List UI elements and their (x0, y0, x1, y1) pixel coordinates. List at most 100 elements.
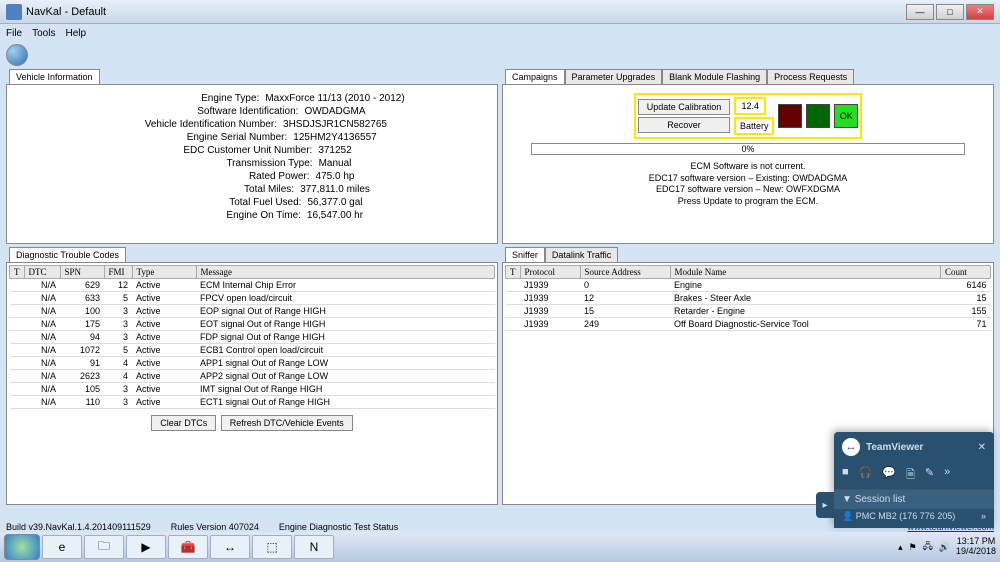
minimize-button[interactable]: — (906, 4, 934, 20)
teamviewer-session-header[interactable]: ▼ Session list (834, 489, 994, 509)
tray-expand-icon[interactable]: ▴ (898, 542, 903, 553)
tab-campaigns[interactable]: Campaigns (505, 69, 565, 84)
table-row[interactable]: N/A10725ActiveECB1 Control open load/cir… (10, 344, 495, 357)
taskbar-explorer-icon[interactable]: 🗀 (84, 535, 124, 559)
col-mod[interactable]: Module Name (670, 266, 941, 279)
info-label: Total Miles: (134, 184, 294, 195)
dtc-panel: Diagnostic Trouble Codes T DTC SPN FMI T… (6, 262, 498, 505)
col-t2[interactable]: T (506, 266, 521, 279)
teamviewer-collapse-tab[interactable]: ▸ (816, 492, 834, 518)
tv-audio-icon[interactable]: 🎧 (859, 466, 873, 485)
tray-network-icon[interactable]: 🖧 (923, 539, 933, 555)
taskbar-app2-icon[interactable]: ⬚ (252, 535, 292, 559)
info-label: Vehicle Identification Number: (117, 119, 277, 130)
info-value: 377,811.0 miles (300, 184, 370, 195)
table-row[interactable]: N/A943ActiveFDP signal Out of Range HIGH (10, 331, 495, 344)
table-row[interactable]: J19390Engine6146 (506, 279, 991, 292)
info-value: 3HSDJSJR1CN582765 (283, 119, 387, 130)
battery-label: Battery (734, 117, 774, 135)
titlebar: NavKal - Default — □ ✕ (0, 0, 1000, 24)
col-src[interactable]: Source Address (580, 266, 670, 279)
info-value: Manual (319, 158, 352, 169)
maximize-button[interactable]: □ (936, 4, 964, 20)
tv-file-icon[interactable]: 🗎 (906, 466, 915, 485)
tab-blank-flash[interactable]: Blank Module Flashing (662, 69, 767, 84)
col-spn[interactable]: SPN (60, 266, 104, 279)
col-count[interactable]: Count (941, 266, 991, 279)
taskbar-ie-icon[interactable]: e (42, 535, 82, 559)
tv-video-icon[interactable]: ■ (842, 466, 849, 485)
info-value: 125HM2Y4136557 (293, 132, 376, 143)
refresh-dtcs-button[interactable]: Refresh DTC/Vehicle Events (221, 415, 353, 431)
info-value: 371252 (318, 145, 351, 156)
table-row[interactable]: N/A6335ActiveFPCV open load/circuit (10, 292, 495, 305)
tab-dtc[interactable]: Diagnostic Trouble Codes (9, 247, 126, 262)
tv-chat-icon[interactable]: 💬 (882, 466, 896, 485)
table-row[interactable]: J193912Brakes - Steer Axle15 (506, 292, 991, 305)
clear-dtcs-button[interactable]: Clear DTCs (151, 415, 216, 431)
progress-bar: 0% (531, 143, 965, 155)
campaign-panel: Campaigns Parameter Upgrades Blank Modul… (502, 84, 994, 244)
table-row[interactable]: N/A1003ActiveEOP signal Out of Range HIG… (10, 305, 495, 318)
info-label: Rated Power: (150, 171, 310, 182)
toolbar (0, 42, 1000, 70)
status-rules: Rules Version 407024 (171, 522, 259, 532)
tray-volume-icon[interactable]: 🔊 (939, 542, 950, 553)
status-indicator-red (778, 104, 802, 128)
menu-help[interactable]: Help (65, 28, 86, 39)
table-row[interactable]: N/A914ActiveAPP1 signal Out of Range LOW (10, 357, 495, 370)
table-row[interactable]: N/A26234ActiveAPP2 signal Out of Range L… (10, 370, 495, 383)
col-proto[interactable]: Protocol (520, 266, 580, 279)
info-label: Engine Type: (99, 93, 259, 104)
taskbar-media-icon[interactable]: ▶ (126, 535, 166, 559)
tray-flag-icon[interactable]: ⚑ (909, 542, 917, 553)
info-label: Total Fuel Used: (141, 197, 301, 208)
ok-button[interactable]: OK (834, 104, 858, 128)
menu-tools[interactable]: Tools (32, 28, 55, 39)
table-row[interactable]: N/A1053ActiveIMT signal Out of Range HIG… (10, 383, 495, 396)
update-calibration-button[interactable]: Update Calibration (638, 99, 731, 115)
status-indicator-green (806, 104, 830, 128)
col-t[interactable]: T (10, 266, 25, 279)
info-label: Engine Serial Number: (127, 132, 287, 143)
tab-sniffer[interactable]: Sniffer (505, 247, 545, 262)
table-row[interactable]: N/A1753ActiveEOT signal Out of Range HIG… (10, 318, 495, 331)
teamviewer-session-item[interactable]: 👤 PMC MB2 (176 776 205)» (834, 509, 994, 528)
teamviewer-title: TeamViewer (866, 442, 972, 453)
start-button[interactable] (4, 534, 40, 560)
col-msg[interactable]: Message (196, 266, 495, 279)
taskbar-clock[interactable]: 13:17 PM 19/4/2018 (956, 537, 996, 557)
close-button[interactable]: ✕ (966, 4, 994, 20)
vehicle-info-panel: Vehicle Information Engine Type:MaxxForc… (6, 84, 498, 244)
table-row[interactable]: N/A62912ActiveECM Internal Chip Error (10, 279, 495, 292)
teamviewer-close-icon[interactable]: ✕ (978, 442, 986, 453)
info-label: Engine On Time: (141, 210, 301, 221)
info-label: Software Identification: (138, 106, 298, 117)
globe-icon[interactable] (6, 44, 28, 66)
info-label: EDC Customer Unit Number: (152, 145, 312, 156)
teamviewer-logo-icon: ↔ (842, 438, 860, 456)
info-value: 56,377.0 gal (307, 197, 362, 208)
tab-process-req[interactable]: Process Requests (767, 69, 854, 84)
taskbar-navkal-icon[interactable]: N (294, 535, 334, 559)
table-row[interactable]: N/A1103ActiveECT1 signal Out of Range HI… (10, 396, 495, 409)
tab-datalink[interactable]: Datalink Traffic (545, 247, 618, 262)
tv-more-icon[interactable]: » (944, 466, 950, 485)
tv-tools-icon[interactable]: ✎ (925, 466, 934, 485)
info-value: OWDADGMA (304, 106, 365, 117)
recover-button[interactable]: Recover (638, 117, 731, 133)
info-value: 16,547.00 hr (307, 210, 363, 221)
tab-vehicle-info[interactable]: Vehicle Information (9, 69, 100, 84)
table-row[interactable]: J193915Retarder - Engine155 (506, 305, 991, 318)
taskbar-teamviewer-icon[interactable]: ↔ (210, 535, 250, 559)
taskbar-app1-icon[interactable]: 🧰 (168, 535, 208, 559)
col-type[interactable]: Type (132, 266, 196, 279)
tab-param-upgrades[interactable]: Parameter Upgrades (565, 69, 663, 84)
table-row[interactable]: J1939249Off Board Diagnostic-Service Too… (506, 318, 991, 331)
ecm-status-text: ECM Software is not current. EDC17 softw… (649, 161, 848, 208)
col-dtc[interactable]: DTC (24, 266, 60, 279)
col-fmi[interactable]: FMI (104, 266, 132, 279)
info-value: MaxxForce 11/13 (2010 - 2012) (265, 93, 404, 104)
menu-file[interactable]: File (6, 28, 22, 39)
sniffer-table: T Protocol Source Address Module Name Co… (505, 265, 991, 331)
